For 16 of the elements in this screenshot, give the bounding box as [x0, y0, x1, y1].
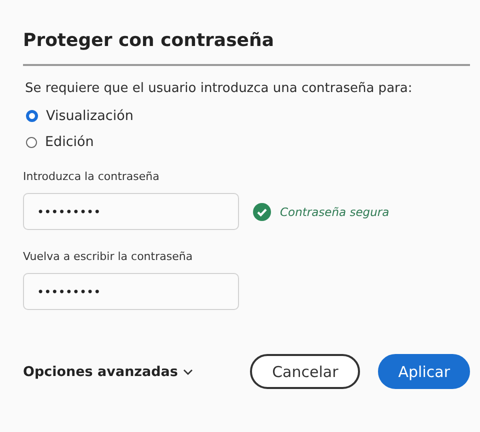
strength-text: Contraseña segura	[280, 204, 390, 218]
field-label: Vuelva a escribir la contraseña	[23, 250, 194, 263]
radio-label: Edición	[45, 134, 94, 150]
radio-option[interactable]: Visualización	[26, 108, 470, 124]
apply-button[interactable]: Aplicar	[378, 354, 470, 389]
password-field[interactable]: •••••••••	[23, 273, 239, 310]
advanced-options-toggle[interactable]: Opciones avanzadas	[23, 364, 193, 380]
radio-option[interactable]: Edición	[26, 134, 470, 150]
field-label: Introduzca la contraseña	[23, 170, 160, 183]
radio-label: Visualización	[46, 108, 134, 124]
cancel-button[interactable]: Cancelar	[250, 354, 360, 389]
radio-icon[interactable]	[26, 110, 38, 122]
prompt-text: Se requiere que el usuario introduzca una contraseña para:	[25, 81, 414, 96]
dialog-title: Proteger con contraseña	[23, 29, 275, 53]
radio-icon[interactable]	[26, 136, 37, 148]
password-field[interactable]: •••••••••	[23, 193, 239, 230]
